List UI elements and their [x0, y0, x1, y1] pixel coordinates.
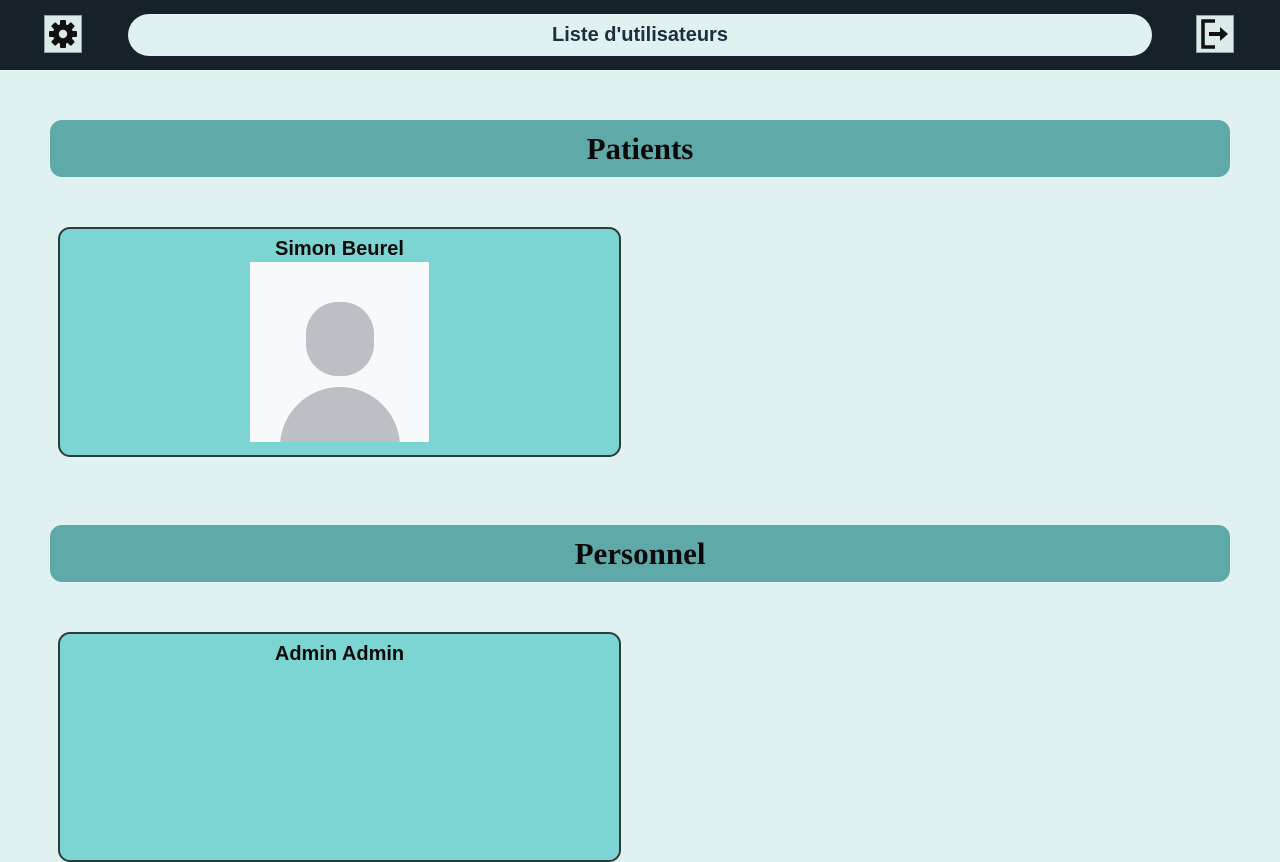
user-name: Admin Admin [274, 643, 405, 665]
user-name: Simon Beurel [275, 238, 404, 260]
section-header-personnel: Personnel [50, 525, 1230, 582]
top-bar: Liste d'utilisateurs [0, 0, 1280, 70]
page-title: Liste d'utilisateurs [128, 14, 1152, 56]
gear-icon [49, 20, 77, 48]
logout-button[interactable] [1196, 15, 1234, 53]
avatar [250, 262, 429, 442]
default-avatar-icon [280, 302, 400, 442]
user-card[interactable]: Simon Beurel [58, 227, 621, 457]
section-header-patients: Patients [50, 120, 1230, 177]
logout-icon [1201, 19, 1228, 49]
settings-button[interactable] [44, 15, 82, 53]
user-card[interactable]: Admin Admin [58, 632, 621, 862]
